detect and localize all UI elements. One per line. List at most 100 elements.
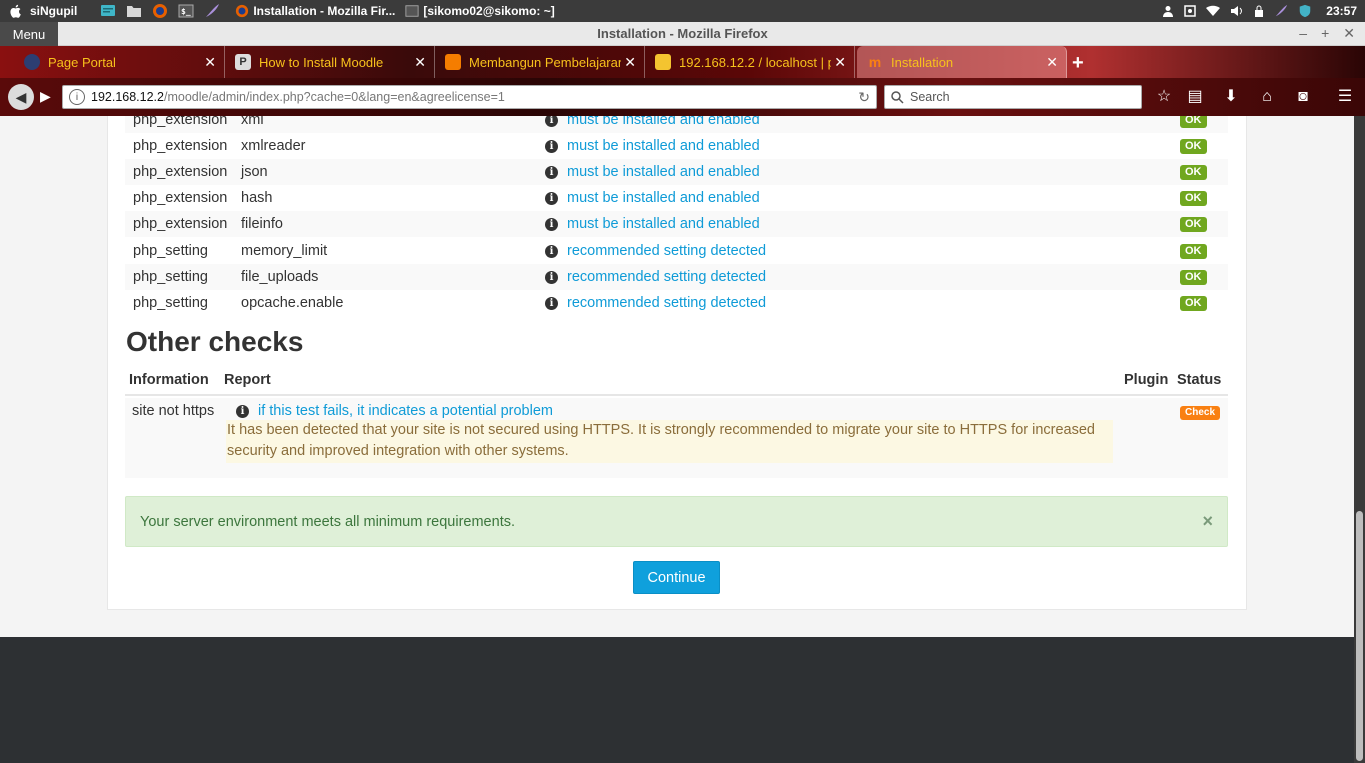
- system-top-bar: siNgupil $_ Installation - Mozilla Fir..…: [0, 0, 1365, 22]
- tab-phpmyadmin[interactable]: 192.168.12.2 / localhost | p ✕: [645, 46, 855, 78]
- chat-icon[interactable]: [100, 3, 116, 19]
- scrollbar-thumb[interactable]: [1356, 511, 1363, 761]
- url-host: 192.168.12.2: [91, 90, 164, 104]
- env-name: memory_limit: [241, 243, 328, 259]
- status-badge: OK: [1180, 164, 1207, 180]
- close-alert-icon[interactable]: ×: [1202, 511, 1213, 532]
- tab-close-icon[interactable]: ✕: [624, 54, 636, 71]
- tab-close-icon[interactable]: ✕: [204, 54, 216, 71]
- reading-list-icon[interactable]: ▤: [1186, 88, 1204, 106]
- other-report: i if this test fails, it indicates a pote…: [236, 403, 553, 419]
- env-report: i recommended setting detected: [545, 295, 766, 311]
- download-icon[interactable]: ⬇: [1222, 88, 1240, 106]
- env-report-link[interactable]: must be installed and enabled: [567, 216, 760, 232]
- env-report-link[interactable]: recommended setting detected: [567, 295, 766, 311]
- bookmark-star-icon[interactable]: ☆: [1155, 88, 1173, 106]
- env-report: i must be installed and enabled: [545, 164, 760, 180]
- env-report: i recommended setting detected: [545, 269, 766, 285]
- tab-label: How to Install Moodle: [259, 54, 384, 70]
- firefox-small-icon: [236, 4, 249, 18]
- info-icon[interactable]: i: [545, 244, 558, 258]
- continue-button[interactable]: Continue: [633, 561, 720, 594]
- other-report-link[interactable]: if this test fails, it indicates a poten…: [258, 403, 553, 419]
- maximize-icon[interactable]: +: [1321, 25, 1329, 42]
- tab-label: Installation: [891, 54, 954, 70]
- env-report-link[interactable]: must be installed and enabled: [567, 164, 760, 180]
- tab-close-icon[interactable]: ✕: [414, 54, 426, 71]
- hamburger-menu-icon[interactable]: ☰: [1336, 88, 1354, 106]
- header-status: Status: [1177, 372, 1222, 388]
- tab-how-to-install-moodle[interactable]: P How to Install Moodle ✕: [225, 46, 435, 78]
- user-icon[interactable]: [1162, 5, 1174, 17]
- status-badge: OK: [1180, 216, 1207, 232]
- info-icon[interactable]: i: [545, 270, 558, 284]
- shield-icon[interactable]: [1298, 4, 1312, 18]
- taskbar-terminal[interactable]: [sikomo02@sikomo: ~]: [405, 4, 555, 18]
- reload-icon[interactable]: ↻: [858, 89, 870, 106]
- table-row: php_setting memory_limit i recommended se…: [125, 238, 1228, 264]
- wifi-icon[interactable]: [1206, 5, 1221, 17]
- back-icon[interactable]: ◀: [8, 84, 34, 110]
- minimize-icon[interactable]: –: [1299, 25, 1307, 42]
- info-icon[interactable]: i: [545, 296, 558, 310]
- status-badge: OK: [1180, 138, 1207, 154]
- env-report-link[interactable]: must be installed and enabled: [567, 116, 760, 128]
- env-report-link[interactable]: must be installed and enabled: [567, 190, 760, 206]
- env-report-link[interactable]: recommended setting detected: [567, 269, 766, 285]
- tab-installation[interactable]: m Installation ✕: [857, 46, 1067, 78]
- forward-icon[interactable]: ▶: [40, 88, 51, 105]
- env-report-link[interactable]: recommended setting detected: [567, 243, 766, 259]
- other-checks-table: Information Report Plugin Status site no…: [125, 360, 1228, 478]
- header-report: Report: [224, 372, 271, 388]
- dropbox-icon[interactable]: [1184, 5, 1197, 17]
- lock-icon[interactable]: [1254, 5, 1264, 17]
- info-icon[interactable]: i: [545, 217, 558, 231]
- env-name: fileinfo: [241, 216, 283, 232]
- info-icon[interactable]: i: [545, 139, 558, 153]
- info-icon[interactable]: i: [236, 404, 249, 418]
- terminal-icon[interactable]: $_: [178, 3, 194, 19]
- status-badge: OK: [1180, 295, 1207, 311]
- tab-label: Page Portal: [48, 54, 116, 70]
- success-message: Your server environment meets all minimu…: [140, 514, 515, 530]
- table-row: php_extension json i must be installed an…: [125, 159, 1228, 185]
- url-bar[interactable]: i 192.168.12.2/moodle/admin/index.php?ca…: [62, 85, 877, 109]
- tab-close-icon[interactable]: ✕: [1046, 54, 1058, 71]
- env-type: php_extension: [133, 138, 228, 154]
- firefox-icon[interactable]: [152, 3, 168, 19]
- home-icon[interactable]: ⌂: [1258, 88, 1276, 106]
- p-favicon-icon: P: [235, 54, 251, 70]
- env-type: php_extension: [133, 216, 228, 232]
- taskbar-firefox[interactable]: Installation - Mozilla Fir...: [235, 4, 395, 18]
- screen: siNgupil $_ Installation - Mozilla Fir..…: [0, 0, 1365, 763]
- scrollbar[interactable]: [1354, 116, 1365, 763]
- site-info-icon[interactable]: i: [69, 89, 85, 105]
- phpmyadmin-favicon-icon: [655, 54, 671, 70]
- info-icon[interactable]: i: [545, 116, 558, 127]
- quill-icon[interactable]: [204, 3, 220, 19]
- username-label: siNgupil: [30, 4, 78, 18]
- url-path: /moodle/admin/index.php?cache=0&lang=en&…: [164, 90, 505, 104]
- close-window-icon[interactable]: ✕: [1343, 25, 1355, 42]
- status-badge: OK: [1180, 190, 1207, 206]
- env-report: i recommended setting detected: [545, 243, 766, 259]
- env-report-link[interactable]: must be installed and enabled: [567, 138, 760, 154]
- table-header: Information Report Plugin Status: [125, 360, 1228, 396]
- search-input[interactable]: Search: [884, 85, 1142, 109]
- tab-close-icon[interactable]: ✕: [834, 54, 846, 71]
- tab-page-portal[interactable]: Page Portal ✕: [0, 46, 225, 78]
- folder-icon[interactable]: [126, 3, 142, 19]
- env-report: i must be installed and enabled: [545, 190, 760, 206]
- info-icon[interactable]: i: [545, 165, 558, 179]
- volume-icon[interactable]: [1230, 5, 1244, 17]
- info-icon[interactable]: i: [545, 191, 558, 205]
- quill-tray-icon[interactable]: [1274, 4, 1288, 18]
- other-checks-title: Other checks: [126, 326, 304, 357]
- env-type: php_setting: [133, 295, 208, 311]
- new-tab-icon[interactable]: +: [1072, 52, 1084, 75]
- install-card: php_extension xml i must be installed and…: [107, 116, 1247, 610]
- tab-membangun-pembelajaran[interactable]: Membangun Pembelajaran ✕: [435, 46, 645, 78]
- status-badge: OK: [1180, 269, 1207, 285]
- apple-menu-icon[interactable]: [8, 3, 24, 19]
- pocket-icon[interactable]: ◙: [1294, 88, 1312, 106]
